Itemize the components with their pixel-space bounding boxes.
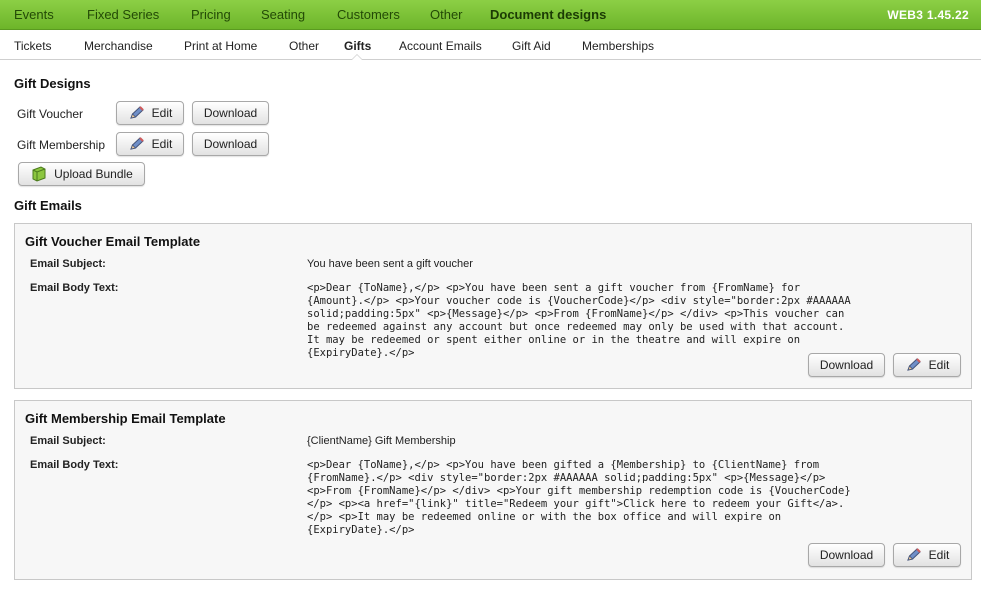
email-body-value: <p>Dear {ToName},</p> <p>You have been s… [307,282,851,359]
top-tab-events[interactable]: Events [14,7,54,22]
pencil-icon [905,357,923,373]
email-subject-label: Email Subject: [30,258,106,270]
edit-label: Edit [151,137,173,151]
sub-tab-gift-aid[interactable]: Gift Aid [512,39,551,53]
upload-bundle-label: Upload Bundle [54,167,133,181]
version-label: WEB3 1.45.22 [887,8,969,22]
gift-designs-heading: Gift Designs [14,76,91,91]
email-subject-value: {ClientName} Gift Membership [307,435,456,447]
gift-voucher-email-edit-button[interactable]: Edit [893,353,961,377]
email-body-value: <p>Dear {ToName},</p> <p>You have been g… [307,459,851,536]
edit-label: Edit [928,358,950,372]
edit-label: Edit [151,106,173,120]
top-tab-other[interactable]: Other [430,7,463,22]
sub-tab-memberships[interactable]: Memberships [582,39,654,53]
gift-voucher-label: Gift Voucher [17,107,84,121]
pencil-icon [128,105,146,121]
sub-tab-account-emails[interactable]: Account Emails [399,39,482,53]
sub-nav: Tickets Merchandise Print at Home Other … [0,31,981,60]
top-tab-customers[interactable]: Customers [337,7,400,22]
top-tab-pricing[interactable]: Pricing [191,7,231,22]
upload-icon [30,166,48,182]
gift-membership-edit-button[interactable]: Edit [116,132,184,156]
top-tab-document-designs[interactable]: Document designs [490,7,606,22]
gift-voucher-download-button[interactable]: Download [192,101,269,125]
gift-membership-email-edit-button[interactable]: Edit [893,543,961,567]
gift-voucher-edit-button[interactable]: Edit [116,101,184,125]
email-subject-value: You have been sent a gift voucher [307,258,473,270]
active-tab-pointer [351,54,363,60]
sub-tab-gifts[interactable]: Gifts [344,39,371,53]
email-body-label: Email Body Text: [30,282,119,294]
sub-tab-merchandise[interactable]: Merchandise [84,39,153,53]
top-tab-fixed-series[interactable]: Fixed Series [87,7,159,22]
gift-membership-email-download-button[interactable]: Download [808,543,885,567]
sub-tab-other[interactable]: Other [289,39,319,53]
email-body-label: Email Body Text: [30,459,119,471]
email-subject-label: Email Subject: [30,435,106,447]
upload-bundle-button[interactable]: Upload Bundle [18,162,145,186]
gift-voucher-email-download-button[interactable]: Download [808,353,885,377]
gift-emails-heading: Gift Emails [14,198,82,213]
gift-membership-download-button[interactable]: Download [192,132,269,156]
pencil-icon [128,136,146,152]
gift-membership-email-template-panel: Gift Membership Email Template Email Sub… [14,400,972,580]
top-nav: Events Fixed Series Pricing Seating Cust… [0,0,981,30]
edit-label: Edit [928,548,950,562]
gift-membership-label: Gift Membership [17,138,106,152]
gift-voucher-template-title: Gift Voucher Email Template [25,234,201,249]
gift-membership-template-title: Gift Membership Email Template [25,411,226,426]
sub-tab-print-at-home[interactable]: Print at Home [184,39,257,53]
gift-voucher-email-template-panel: Gift Voucher Email Template Email Subjec… [14,223,972,389]
pencil-icon [905,547,923,563]
sub-tab-tickets[interactable]: Tickets [14,39,52,53]
top-tab-seating[interactable]: Seating [261,7,305,22]
